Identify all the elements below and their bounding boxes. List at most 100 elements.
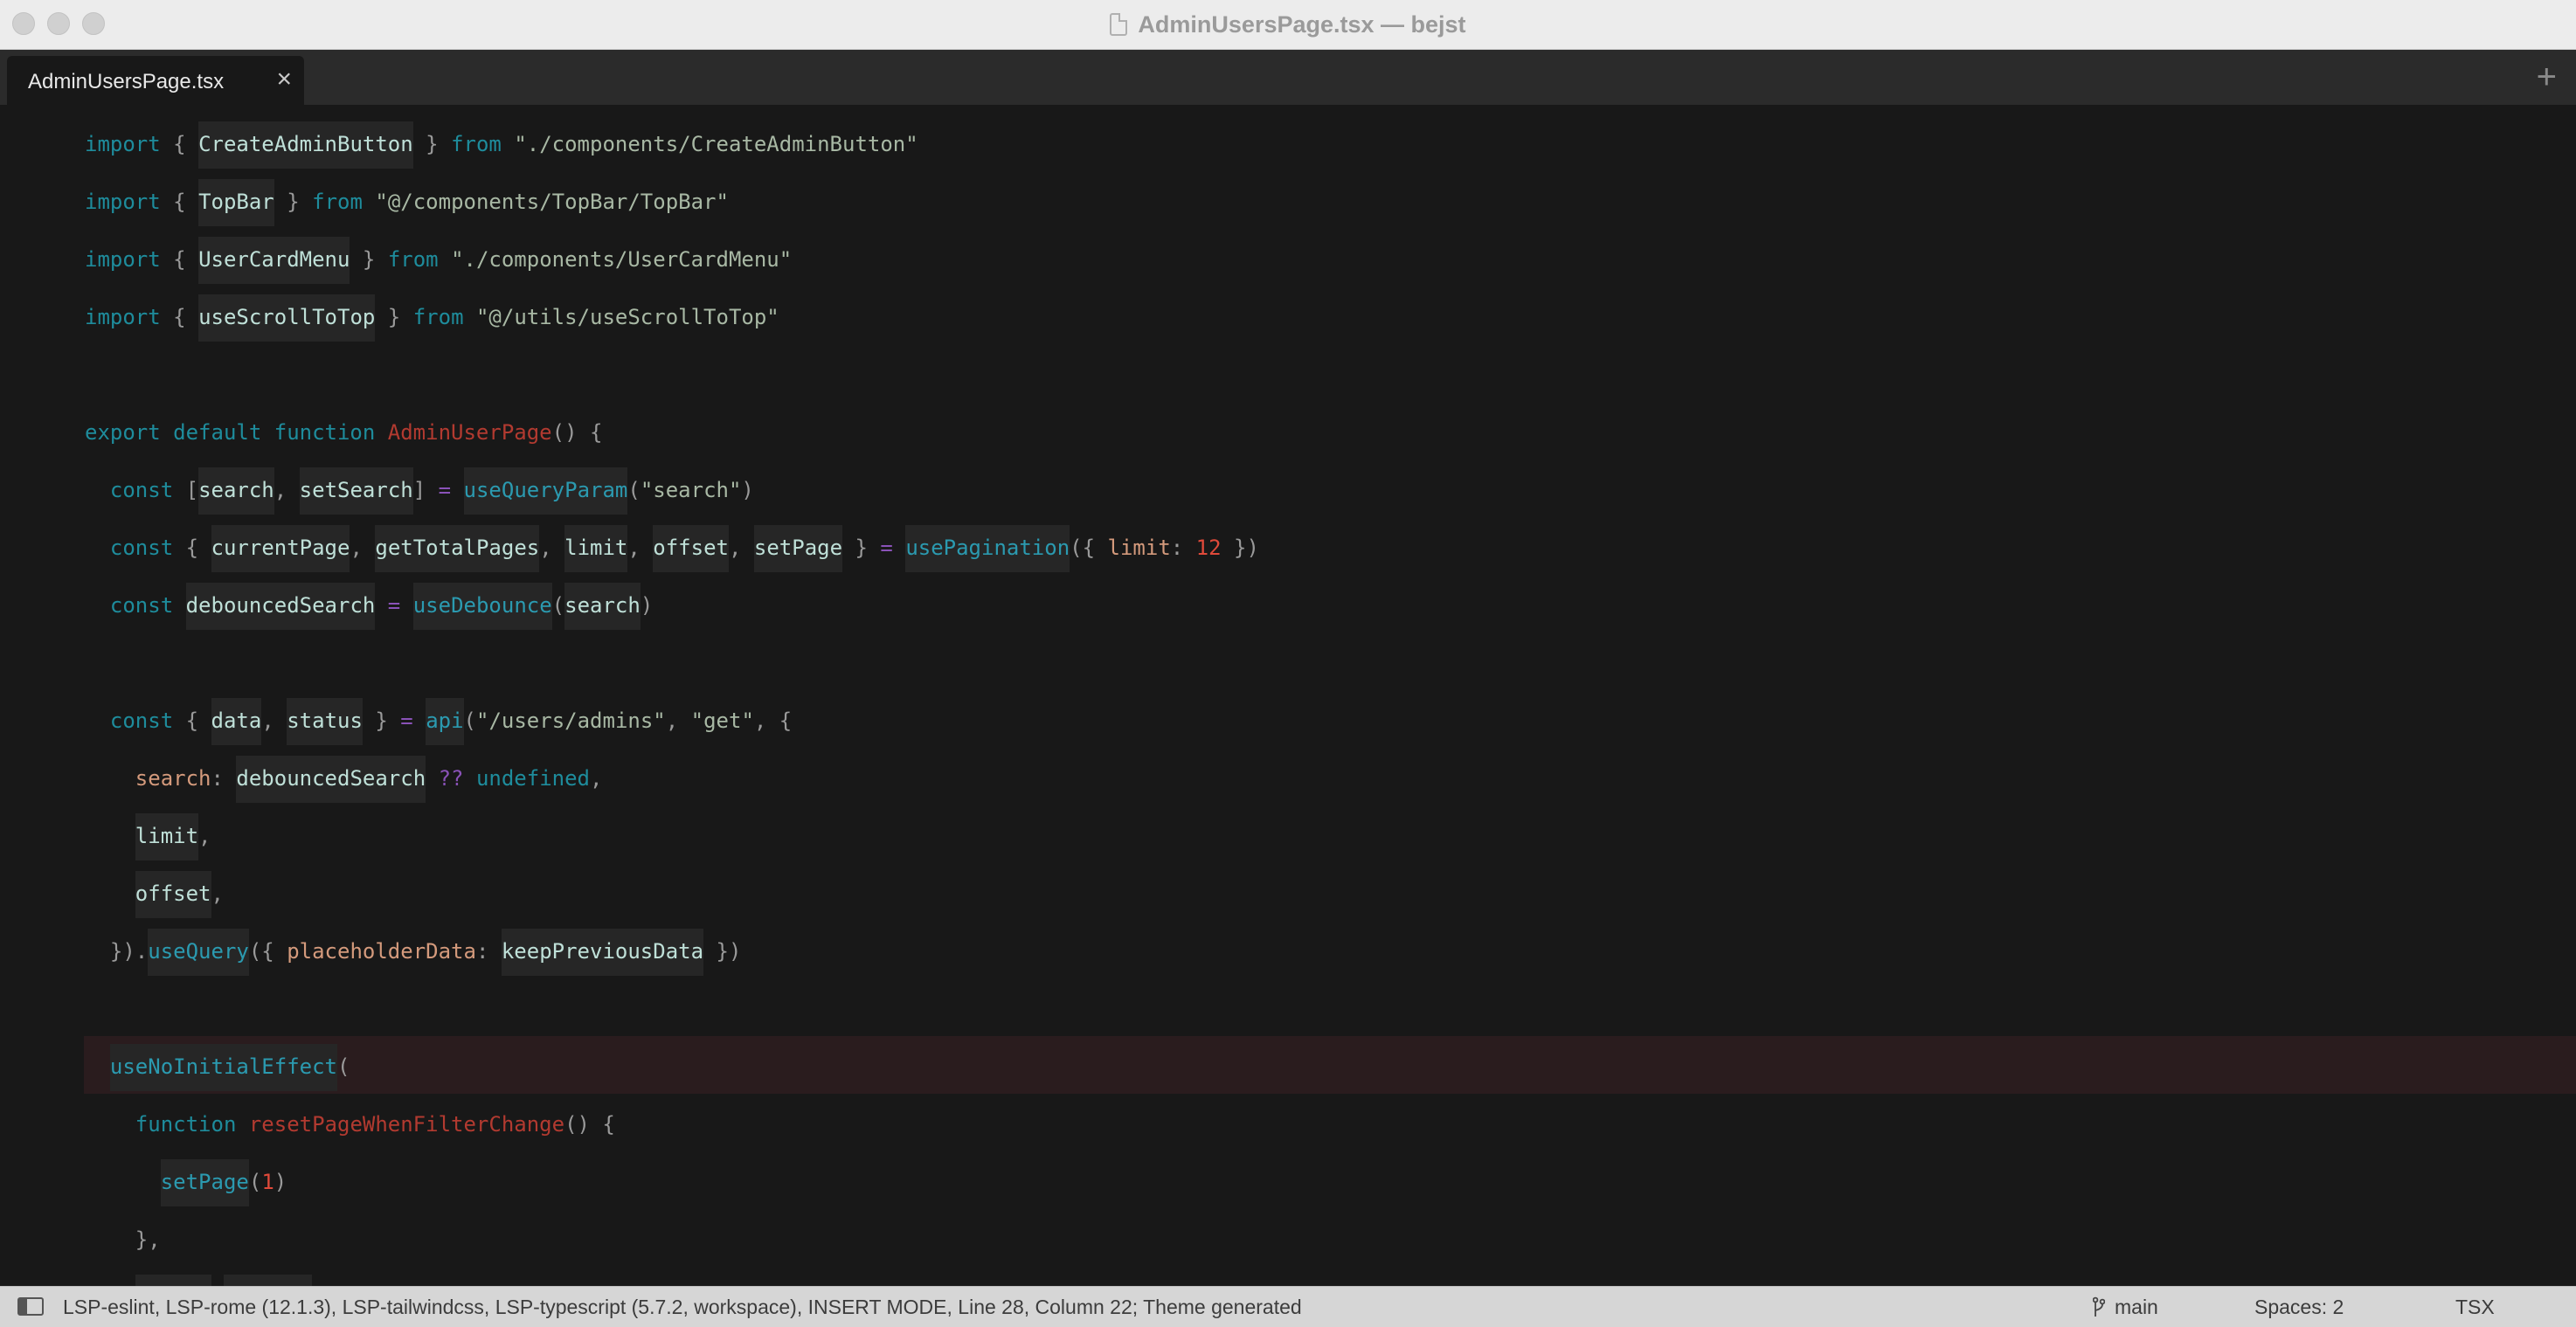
- code-token: {: [173, 305, 199, 329]
- code-token: api: [426, 708, 464, 733]
- code-token: {: [173, 132, 199, 156]
- git-branch[interactable]: main: [2115, 1296, 2158, 1319]
- title-bar: AdminUsersPage.tsx — bejst: [0, 0, 2576, 50]
- code-token: ): [640, 593, 654, 618]
- code-token: const: [109, 708, 186, 733]
- code-token: export default function: [85, 420, 388, 445]
- code-token: limit: [1107, 536, 1171, 560]
- code-token: :: [475, 939, 502, 964]
- tab-bar: AdminUsersPage.tsx × +: [0, 50, 2576, 105]
- code-line[interactable]: const [search, setSearch] = useQueryPara…: [85, 473, 1259, 530]
- code-token: resetPageWhenFilterChange: [248, 1112, 565, 1137]
- new-tab-plus-icon[interactable]: +: [2537, 55, 2557, 99]
- code-token: }: [362, 708, 401, 733]
- code-token: () {: [551, 420, 603, 445]
- code-token: setPage: [753, 536, 843, 560]
- code-line[interactable]: offset,: [85, 876, 1259, 934]
- code-token: ,: [211, 881, 224, 906]
- code-line[interactable]: [85, 357, 1259, 415]
- code-line[interactable]: search: debouncedSearch ?? undefined,: [85, 761, 1259, 819]
- code-line[interactable]: const { data, status } = api("/users/adm…: [85, 703, 1259, 761]
- code-line[interactable]: },: [85, 1222, 1259, 1280]
- code-token: (: [337, 1054, 350, 1079]
- code-line[interactable]: export default function AdminUserPage() …: [85, 415, 1259, 473]
- code-token: ,: [665, 708, 691, 733]
- code-token: {: [173, 190, 199, 214]
- code-token: }: [842, 536, 881, 560]
- code-token: 12: [1195, 536, 1222, 560]
- code-token: [: [185, 478, 199, 502]
- code-token: useNoInitialEffect: [109, 1054, 337, 1079]
- code-token: :: [1170, 536, 1196, 560]
- window-title-wrap: AdminUsersPage.tsx — bejst: [0, 0, 2576, 49]
- code-token: "@/utils/useScrollToTop": [475, 305, 779, 329]
- code-token: ,: [350, 536, 376, 560]
- code-token: usePagination: [905, 536, 1070, 560]
- code-token: from: [312, 190, 376, 214]
- code-line[interactable]: [85, 646, 1259, 703]
- window-title: AdminUsersPage.tsx — bejst: [1138, 10, 1466, 38]
- code-token: offset: [653, 536, 729, 560]
- code-token: status: [287, 708, 363, 733]
- code-token: function: [135, 1112, 249, 1137]
- code-token: placeholderData: [287, 939, 476, 964]
- code-token: },: [85, 1227, 161, 1252]
- code-token: (: [551, 593, 565, 618]
- code-token: =: [375, 593, 413, 618]
- code-line[interactable]: import { useScrollToTop } from "@/utils/…: [85, 300, 1259, 357]
- code-token: debouncedSearch: [236, 766, 426, 791]
- code-token: AdminUserPage: [387, 420, 552, 445]
- code-token: useDebounce: [412, 593, 552, 618]
- code-token: from: [412, 305, 476, 329]
- code-editor[interactable]: import { CreateAdminButton } from "./com…: [0, 105, 2576, 1286]
- code-token: , {: [753, 708, 793, 733]
- code-line[interactable]: [85, 1280, 1259, 1286]
- code-token: =: [880, 536, 906, 560]
- code-token: const: [109, 593, 186, 618]
- code-line[interactable]: limit,: [85, 819, 1259, 876]
- code-token: useScrollToTop: [198, 305, 376, 329]
- code-token: }: [412, 132, 452, 156]
- indentation-setting[interactable]: Spaces: 2: [2254, 1296, 2344, 1319]
- code-line[interactable]: import { UserCardMenu } from "./componen…: [85, 242, 1259, 300]
- code-line[interactable]: [85, 992, 1259, 1049]
- code-line[interactable]: const debouncedSearch = useDebounce(sear…: [85, 588, 1259, 646]
- code-line[interactable]: setPage(1): [85, 1165, 1259, 1222]
- code-token: useQueryParam: [463, 478, 628, 502]
- code-line[interactable]: const { currentPage, getTotalPages, limi…: [85, 530, 1259, 588]
- code-token: undefined: [475, 766, 590, 791]
- code-token: ,: [261, 708, 287, 733]
- code-line[interactable]: import { TopBar } from "@/components/Top…: [85, 184, 1259, 242]
- code-token: search: [198, 478, 274, 502]
- git-branch-icon: [2093, 1296, 2105, 1317]
- code-token: keepPreviousData: [501, 939, 704, 964]
- code-line[interactable]: }).useQuery({ placeholderData: keepPrevi…: [85, 934, 1259, 992]
- tab-label: AdminUsersPage.tsx: [28, 70, 225, 93]
- tab-adminuserspage[interactable]: AdminUsersPage.tsx ×: [7, 56, 304, 105]
- code-token: setPage: [160, 1170, 249, 1194]
- code-token: ,: [590, 766, 603, 791]
- code-lines[interactable]: import { CreateAdminButton } from "./com…: [85, 127, 1259, 1286]
- code-line[interactable]: import { CreateAdminButton } from "./com…: [85, 127, 1259, 184]
- code-token: ): [741, 478, 754, 502]
- code-line[interactable]: useNoInitialEffect(: [85, 1049, 1259, 1107]
- code-token: ): [274, 1170, 287, 1194]
- code-token: "search": [640, 478, 742, 502]
- code-token: ,: [539, 536, 565, 560]
- code-token: () {: [564, 1112, 615, 1137]
- code-token: =: [438, 478, 464, 502]
- syntax-selector[interactable]: TSX: [2455, 1296, 2495, 1319]
- code-token: {: [173, 247, 199, 272]
- code-token: ({: [248, 939, 287, 964]
- sidebar-toggle-icon[interactable]: [17, 1297, 44, 1316]
- code-token: const: [109, 536, 186, 560]
- code-line[interactable]: function resetPageWhenFilterChange() {: [85, 1107, 1259, 1165]
- tab-close-icon[interactable]: ×: [276, 66, 292, 93]
